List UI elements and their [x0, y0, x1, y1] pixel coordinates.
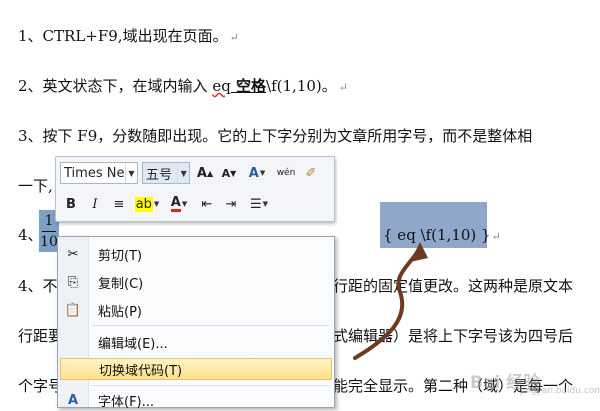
- chevron-down-icon: ▼: [124, 163, 137, 183]
- font-color-button[interactable]: A ▼: [164, 193, 194, 215]
- grow-font-button[interactable]: A ▲: [194, 162, 216, 184]
- paste-icon: 📋: [64, 302, 82, 318]
- decrease-indent-button[interactable]: ⇤: [196, 193, 218, 215]
- font-size-value: 五号: [146, 167, 173, 183]
- phonetic-guide-icon: wén: [276, 168, 296, 178]
- arrow-stroke: [353, 246, 422, 360]
- mini-toolbar-row-1: Times Ne ▼ 五号 ▼ A ▲ A ▼ A ▼ wén ✐: [60, 160, 324, 186]
- font-icon: A: [67, 392, 79, 408]
- menu-item-label: 粘贴(P): [98, 304, 142, 320]
- menu-item-font[interactable]: A 字体(F)...: [60, 389, 332, 411]
- bold-icon: B: [66, 196, 76, 212]
- menu-item-copy[interactable]: ⎘ 复制(C): [60, 271, 332, 293]
- font-color-icon: A: [170, 194, 181, 212]
- menu-item-edit-field[interactable]: 编辑域(E)...: [60, 331, 332, 353]
- menu-separator: [92, 325, 330, 326]
- highlight-button[interactable]: ab ▼: [132, 193, 162, 215]
- menu-item-toggle-field-codes[interactable]: 切换域代码(T): [60, 358, 332, 380]
- shrink-font-button[interactable]: A ▼: [218, 162, 240, 184]
- menu-item-paste[interactable]: 📋 粘贴(P): [60, 299, 332, 321]
- chevron-down-icon: ▼: [177, 163, 189, 183]
- styles-button[interactable]: A ▼: [242, 162, 272, 184]
- increase-indent-icon: ⇥: [225, 196, 237, 212]
- menu-item-label: 切换域代码(T): [99, 363, 183, 379]
- center-align-button[interactable]: ≡: [108, 193, 130, 215]
- italic-button[interactable]: I: [84, 193, 106, 215]
- decrease-indent-icon: ⇤: [201, 196, 213, 212]
- menu-item-label: 编辑域(E)...: [98, 336, 168, 352]
- menu-item-label: 复制(C): [98, 276, 144, 292]
- watermark-subtitle: jingyan.baidu.com: [520, 386, 600, 396]
- italic-icon: I: [92, 196, 98, 212]
- font-name-value: Times Ne: [64, 165, 125, 181]
- context-menu: ✂ 剪切(T) ⎘ 复制(C) 📋 粘贴(P) 编辑域(E)... 切换域代码(…: [57, 236, 335, 411]
- menu-item-label: 剪切(T): [98, 248, 143, 264]
- arrow-head: [410, 242, 428, 262]
- mini-toolbar-row-2: B I ≡ ab ▼ A ▼ ⇤ ⇥ ☰ ▼: [60, 191, 276, 217]
- copy-icon: ⎘: [67, 274, 79, 290]
- shrink-font-icon: A: [221, 166, 231, 180]
- scissors-icon: ✂: [67, 246, 79, 262]
- menu-item-label: 字体(F)...: [98, 394, 155, 410]
- menu-separator: [92, 385, 330, 386]
- increase-indent-button[interactable]: ⇥: [220, 193, 242, 215]
- bold-button[interactable]: B: [60, 193, 82, 215]
- bullet-list-icon: ☰: [249, 196, 262, 212]
- bullets-button[interactable]: ☰ ▼: [244, 193, 274, 215]
- mini-toolbar: Times Ne ▼ 五号 ▼ A ▲ A ▼ A ▼ wén ✐ B I ≡ ab ▼…: [55, 156, 335, 222]
- brush-icon: ✐: [305, 165, 317, 181]
- align-center-icon: ≡: [113, 196, 125, 212]
- styles-icon: A: [248, 165, 259, 181]
- font-name-combo[interactable]: Times Ne ▼: [60, 162, 138, 184]
- menu-item-cut[interactable]: ✂ 剪切(T): [60, 243, 332, 265]
- grow-font-icon: A: [196, 165, 207, 181]
- highlighter-icon: ab: [134, 196, 153, 212]
- phonetic-guide-button[interactable]: wén: [274, 162, 298, 184]
- font-size-combo[interactable]: 五号 ▼: [142, 162, 190, 184]
- format-painter-button[interactable]: ✐: [300, 162, 322, 184]
